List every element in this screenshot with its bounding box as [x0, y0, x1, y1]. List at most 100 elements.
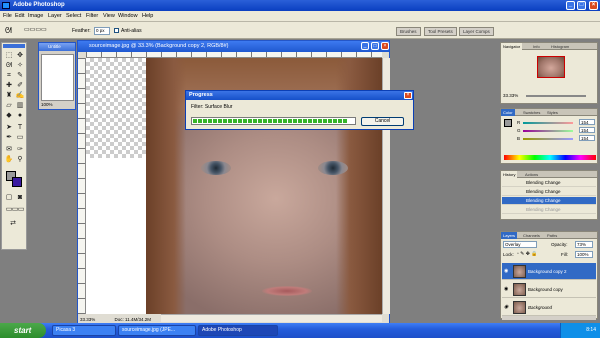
tab-navigator[interactable]: Navigator: [501, 43, 523, 50]
pen-tool-icon[interactable]: ✒: [4, 133, 14, 142]
clone-stamp-icon[interactable]: ♜: [4, 91, 14, 100]
history-item[interactable]: Blending Change: [502, 188, 596, 196]
color-r-slider[interactable]: [523, 122, 573, 124]
navigator-thumbnail[interactable]: [537, 56, 565, 78]
blur-tool-icon[interactable]: ◆: [4, 111, 14, 120]
menu-window[interactable]: Window: [118, 13, 138, 19]
navigator-zoom[interactable]: 33.33%: [503, 93, 518, 98]
tab-styles[interactable]: Styles: [545, 109, 560, 116]
minimize-icon[interactable]: _: [566, 1, 575, 10]
standard-mode-icon[interactable]: ▢: [4, 193, 14, 202]
tab-history[interactable]: History: [501, 171, 518, 178]
task-picasa[interactable]: Picasa 3: [52, 325, 116, 336]
doc-close-icon[interactable]: ×: [381, 42, 389, 50]
menu-file[interactable]: File: [3, 13, 12, 19]
menu-layer[interactable]: Layer: [48, 13, 62, 19]
shape-tool-icon[interactable]: ▭: [15, 133, 25, 142]
tab-actions[interactable]: Actions: [523, 171, 540, 178]
start-button[interactable]: start: [0, 323, 46, 338]
visibility-eye-icon[interactable]: ◉: [504, 305, 510, 310]
progress-close-icon[interactable]: ×: [404, 92, 412, 99]
untitled-canvas[interactable]: [41, 54, 74, 101]
opacity-label: Opacity:: [551, 242, 568, 247]
history-brush-icon[interactable]: ✍: [15, 91, 25, 100]
well-layer-comps[interactable]: Layer Comps: [459, 27, 494, 36]
layer-row[interactable]: ◉ Background: [502, 299, 596, 316]
color-g-value[interactable]: 154: [579, 127, 595, 133]
layer-row[interactable]: ◉ Background copy 2: [502, 263, 596, 280]
well-tool-presets[interactable]: Tool Presets: [424, 27, 457, 36]
maximize-icon[interactable]: □: [577, 1, 586, 10]
gradient-tool-icon[interactable]: ▥: [15, 101, 25, 110]
history-item[interactable]: Blending Change: [502, 179, 596, 187]
lasso-tool-icon[interactable]: ᘛ: [5, 26, 12, 36]
imageready-icon[interactable]: ⇄: [8, 219, 18, 228]
brush-tool-icon[interactable]: ✐: [15, 81, 25, 90]
hand-tool-icon[interactable]: ✋: [4, 155, 14, 164]
quickmask-mode-icon[interactable]: ◙: [15, 193, 25, 202]
history-item[interactable]: Blending Change: [502, 197, 596, 205]
magic-wand-icon[interactable]: ✧: [15, 61, 25, 70]
dodge-tool-icon[interactable]: ●: [15, 111, 25, 120]
tab-paths[interactable]: Paths: [545, 232, 559, 239]
menu-image[interactable]: Image: [28, 13, 43, 19]
menu-edit[interactable]: Edit: [15, 13, 24, 19]
marquee-tool-icon[interactable]: ⬚: [4, 51, 14, 60]
menu-help[interactable]: Help: [142, 13, 153, 19]
color-ramp[interactable]: [504, 155, 596, 160]
notes-tool-icon[interactable]: ✉: [4, 145, 14, 154]
layer-row[interactable]: ◉ Background copy: [502, 281, 596, 298]
selection-mode-icons[interactable]: ▭▭▭▭: [24, 26, 47, 33]
history-item[interactable]: Blending Change: [502, 206, 596, 214]
eyedropper-icon[interactable]: ✑: [15, 145, 25, 154]
zoom-readout[interactable]: 33.33%: [80, 317, 95, 322]
slice-tool-icon[interactable]: ✎: [15, 71, 25, 80]
menu-select[interactable]: Select: [66, 13, 81, 19]
menu-view[interactable]: View: [103, 13, 115, 19]
tab-layers[interactable]: Layers: [501, 232, 518, 239]
fill-input[interactable]: 100%: [575, 251, 593, 258]
color-r-value[interactable]: 154: [579, 119, 595, 125]
doc-minimize-icon[interactable]: _: [361, 42, 369, 50]
tab-color[interactable]: Color: [501, 109, 515, 116]
crop-tool-icon[interactable]: ⌗: [4, 71, 14, 80]
task-label: sourceimage.jpg (JPE...: [122, 327, 176, 333]
path-selection-icon[interactable]: ➤: [4, 123, 14, 132]
untitled-document-window[interactable]: Untitle 100%: [38, 42, 76, 110]
color-fg-swatch[interactable]: [504, 119, 512, 127]
tab-channels[interactable]: Channels: [521, 232, 542, 239]
background-color-swatch[interactable]: [12, 177, 22, 187]
menu-filter[interactable]: Filter: [86, 13, 98, 19]
tab-info[interactable]: Info: [531, 43, 542, 50]
navigator-zoom-slider[interactable]: [526, 95, 586, 97]
task-sourceimage[interactable]: sourceimage.jpg (JPE...: [118, 325, 196, 336]
eraser-tool-icon[interactable]: ▱: [4, 101, 14, 110]
color-b-value[interactable]: 154: [579, 135, 595, 141]
color-b-slider[interactable]: [523, 138, 573, 140]
antialias-checkbox[interactable]: [114, 28, 119, 33]
cancel-button[interactable]: Cancel: [361, 117, 404, 126]
doc-maximize-icon[interactable]: □: [371, 42, 379, 50]
tab-histogram[interactable]: Histogram: [549, 43, 571, 50]
type-tool-icon[interactable]: T: [15, 123, 25, 132]
zoom-tool-icon[interactable]: ⚲: [15, 155, 25, 164]
task-photoshop[interactable]: Adobe Photoshop: [198, 325, 278, 336]
layers-footer-buttons[interactable]: [502, 316, 596, 320]
opacity-input[interactable]: 73%: [575, 241, 593, 248]
horizontal-scrollbar[interactable]: [161, 314, 382, 322]
visibility-eye-icon[interactable]: ◉: [504, 287, 510, 292]
healing-brush-icon[interactable]: ✚: [4, 81, 14, 90]
move-tool-icon[interactable]: ✥: [15, 51, 25, 60]
blend-mode-select[interactable]: Overlay: [503, 241, 537, 248]
well-brushes[interactable]: Brushes: [396, 27, 421, 36]
lock-icons[interactable]: ▫ ✎ ✥ 🔒: [517, 251, 538, 257]
lasso-tool-icon[interactable]: ᘛ: [4, 61, 14, 70]
clock[interactable]: 8:14: [586, 327, 596, 333]
feather-input[interactable]: 0 px: [94, 27, 110, 35]
close-icon[interactable]: ×: [589, 1, 598, 10]
vertical-ruler[interactable]: [78, 58, 86, 314]
visibility-eye-icon[interactable]: ◉: [504, 269, 510, 274]
screen-mode-3-icon[interactable]: ▭: [16, 205, 26, 214]
tab-swatches[interactable]: Swatches: [521, 109, 542, 116]
color-g-slider[interactable]: [523, 130, 573, 132]
